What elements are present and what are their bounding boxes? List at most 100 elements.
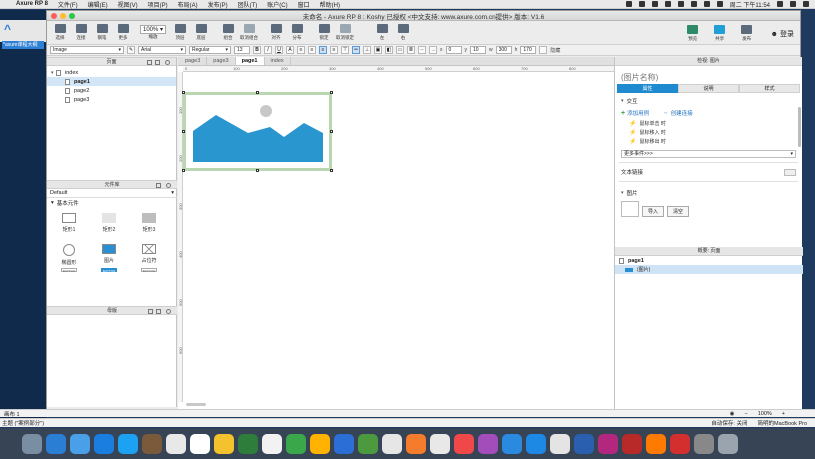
siri-icon[interactable]	[790, 1, 796, 7]
zoom-out-icon[interactable]: −	[744, 411, 747, 417]
menu-team[interactable]: 团队(T)	[238, 0, 258, 9]
numbers-icon[interactable]	[406, 433, 426, 454]
preview-button[interactable]: 预览	[684, 25, 702, 42]
reminders-icon[interactable]	[238, 433, 258, 454]
stickies-icon[interactable]	[214, 433, 234, 454]
notification-icon[interactable]	[803, 1, 809, 7]
widget-name-input[interactable]: (图片名称)	[615, 66, 802, 84]
clock-icon[interactable]	[651, 1, 658, 7]
maps-icon[interactable]	[262, 433, 282, 454]
font-size-select[interactable]: 13	[234, 46, 250, 54]
image-widget[interactable]	[182, 91, 333, 172]
keynote-icon[interactable]	[382, 433, 402, 454]
background-selected-item[interactable]: *axure课程大纲	[2, 41, 44, 49]
eye-icon[interactable]: ◉	[730, 411, 735, 417]
system-preferences-icon[interactable]	[526, 433, 546, 454]
menu-publish[interactable]: 发布(P)	[208, 0, 228, 9]
widget-rect2[interactable]: 矩形2	[89, 209, 129, 237]
screenshot-icon[interactable]	[670, 433, 690, 454]
widget-placeholder[interactable]: 占位符	[129, 240, 169, 268]
event-onclick[interactable]: ⚡ 鼠标单击 时	[615, 119, 802, 128]
share-button[interactable]: 共享	[711, 25, 729, 42]
photos-icon[interactable]	[286, 433, 306, 454]
x-input[interactable]: 0	[445, 46, 462, 54]
wechat-icon[interactable]	[625, 1, 632, 7]
outline-image-row[interactable]: (图片)	[615, 265, 803, 274]
send-back-button[interactable]: 底层	[192, 24, 210, 41]
widget-rect3[interactable]: 矩形3	[129, 209, 169, 237]
facetime-icon[interactable]	[358, 433, 378, 454]
music-icon[interactable]	[454, 433, 474, 454]
connect-tool-button[interactable]: 连接	[72, 24, 90, 41]
font-weight-select[interactable]: Regular ▾	[189, 46, 231, 54]
hidden-checkbox[interactable]	[539, 46, 548, 54]
outline-page-row[interactable]: page1	[615, 256, 803, 265]
align-left-button[interactable]: ≡	[308, 46, 316, 54]
app-name[interactable]: Axure RP 8	[16, 1, 48, 7]
widget-primary-button[interactable]: BUTTON	[101, 268, 117, 273]
menu-arrange[interactable]: 布局(A)	[178, 0, 198, 9]
resize-handle[interactable]	[256, 91, 259, 94]
pen-tool-button[interactable]: 钢笔	[93, 24, 111, 41]
menu-file[interactable]: 文件(F)	[58, 0, 78, 9]
font-select[interactable]: Arial ▾	[138, 46, 186, 54]
resize-handle[interactable]	[330, 169, 333, 172]
font-color-button[interactable]: A	[286, 46, 294, 54]
page-row-index[interactable]: ▾ index	[47, 68, 176, 77]
tab-index[interactable]: index	[265, 57, 291, 65]
border-color-button[interactable]: ▭	[396, 46, 404, 54]
align-button[interactable]: 对齐	[267, 24, 285, 41]
battery-icon[interactable]	[703, 1, 710, 7]
interaction-section[interactable]: ▾ 交互	[615, 93, 802, 107]
resize-handle[interactable]	[182, 169, 185, 172]
page-row-page3[interactable]: page3	[47, 95, 176, 104]
safari-icon[interactable]	[94, 433, 114, 454]
login-button[interactable]: ☻ 登录	[771, 29, 794, 39]
notebook-icon[interactable]	[142, 433, 162, 454]
menu-project[interactable]: 项目(P)	[148, 0, 168, 9]
widget-ellipse[interactable]: 椭圆形	[49, 240, 89, 268]
add-folder-icon[interactable]	[155, 60, 160, 65]
italic-button[interactable]: I	[264, 46, 272, 54]
quicktime-icon[interactable]	[646, 433, 666, 454]
downloads-icon[interactable]	[694, 433, 714, 454]
resize-handle[interactable]	[330, 130, 333, 133]
align-right-button[interactable]: ≡	[330, 46, 338, 54]
border-width-button[interactable]: ≣	[407, 46, 415, 54]
select-tool-button[interactable]: 选择	[51, 24, 69, 41]
baidu-netdisk-icon[interactable]	[550, 433, 570, 454]
page-row-page2[interactable]: page2	[47, 86, 176, 95]
distribute-button[interactable]: 分布	[288, 24, 306, 41]
fill-color-button[interactable]: ▣	[374, 46, 382, 54]
library-select[interactable]: Default ▾	[47, 189, 177, 198]
tab-page3[interactable]: page3	[179, 57, 208, 65]
widget-rect1[interactable]: 矩形1	[49, 209, 89, 237]
zoom-level[interactable]: 100%	[758, 411, 772, 417]
tab-notes[interactable]: 说明	[678, 84, 739, 93]
add-folder-icon[interactable]	[156, 309, 161, 314]
bluetooth-icon[interactable]	[664, 1, 671, 7]
firefox-icon[interactable]	[598, 433, 618, 454]
more-events-select[interactable]: 更多事件>>> ▾	[621, 150, 796, 158]
add-case-link[interactable]: + 添加用例	[621, 109, 649, 118]
horizontal-scrollbar[interactable]	[186, 403, 206, 406]
basic-widgets-section[interactable]: ▾ 基本元件	[47, 198, 177, 207]
valign-bottom-button[interactable]: ⊥	[363, 46, 371, 54]
widget-image[interactable]: 图片	[89, 240, 129, 268]
left-panel-toggle[interactable]: 左	[373, 24, 391, 41]
search-icon[interactable]	[165, 60, 170, 65]
resize-handle[interactable]	[256, 169, 259, 172]
bullet-button[interactable]: ≡	[297, 46, 305, 54]
volume-icon[interactable]	[690, 1, 697, 7]
bold-button[interactable]: B	[253, 46, 261, 54]
notes-icon[interactable]	[190, 433, 210, 454]
resize-handle[interactable]	[182, 130, 185, 133]
search-icon[interactable]	[166, 183, 171, 188]
widget-button[interactable]: BUTTON	[61, 268, 77, 273]
shadow-button[interactable]: ◧	[385, 46, 393, 54]
unlock-button[interactable]: 取消锁定	[336, 24, 354, 41]
y-input[interactable]: 10	[470, 46, 486, 54]
calendar-icon[interactable]	[166, 433, 186, 454]
menu-view[interactable]: 视图(V)	[118, 0, 138, 9]
menu-icon[interactable]	[156, 183, 161, 188]
